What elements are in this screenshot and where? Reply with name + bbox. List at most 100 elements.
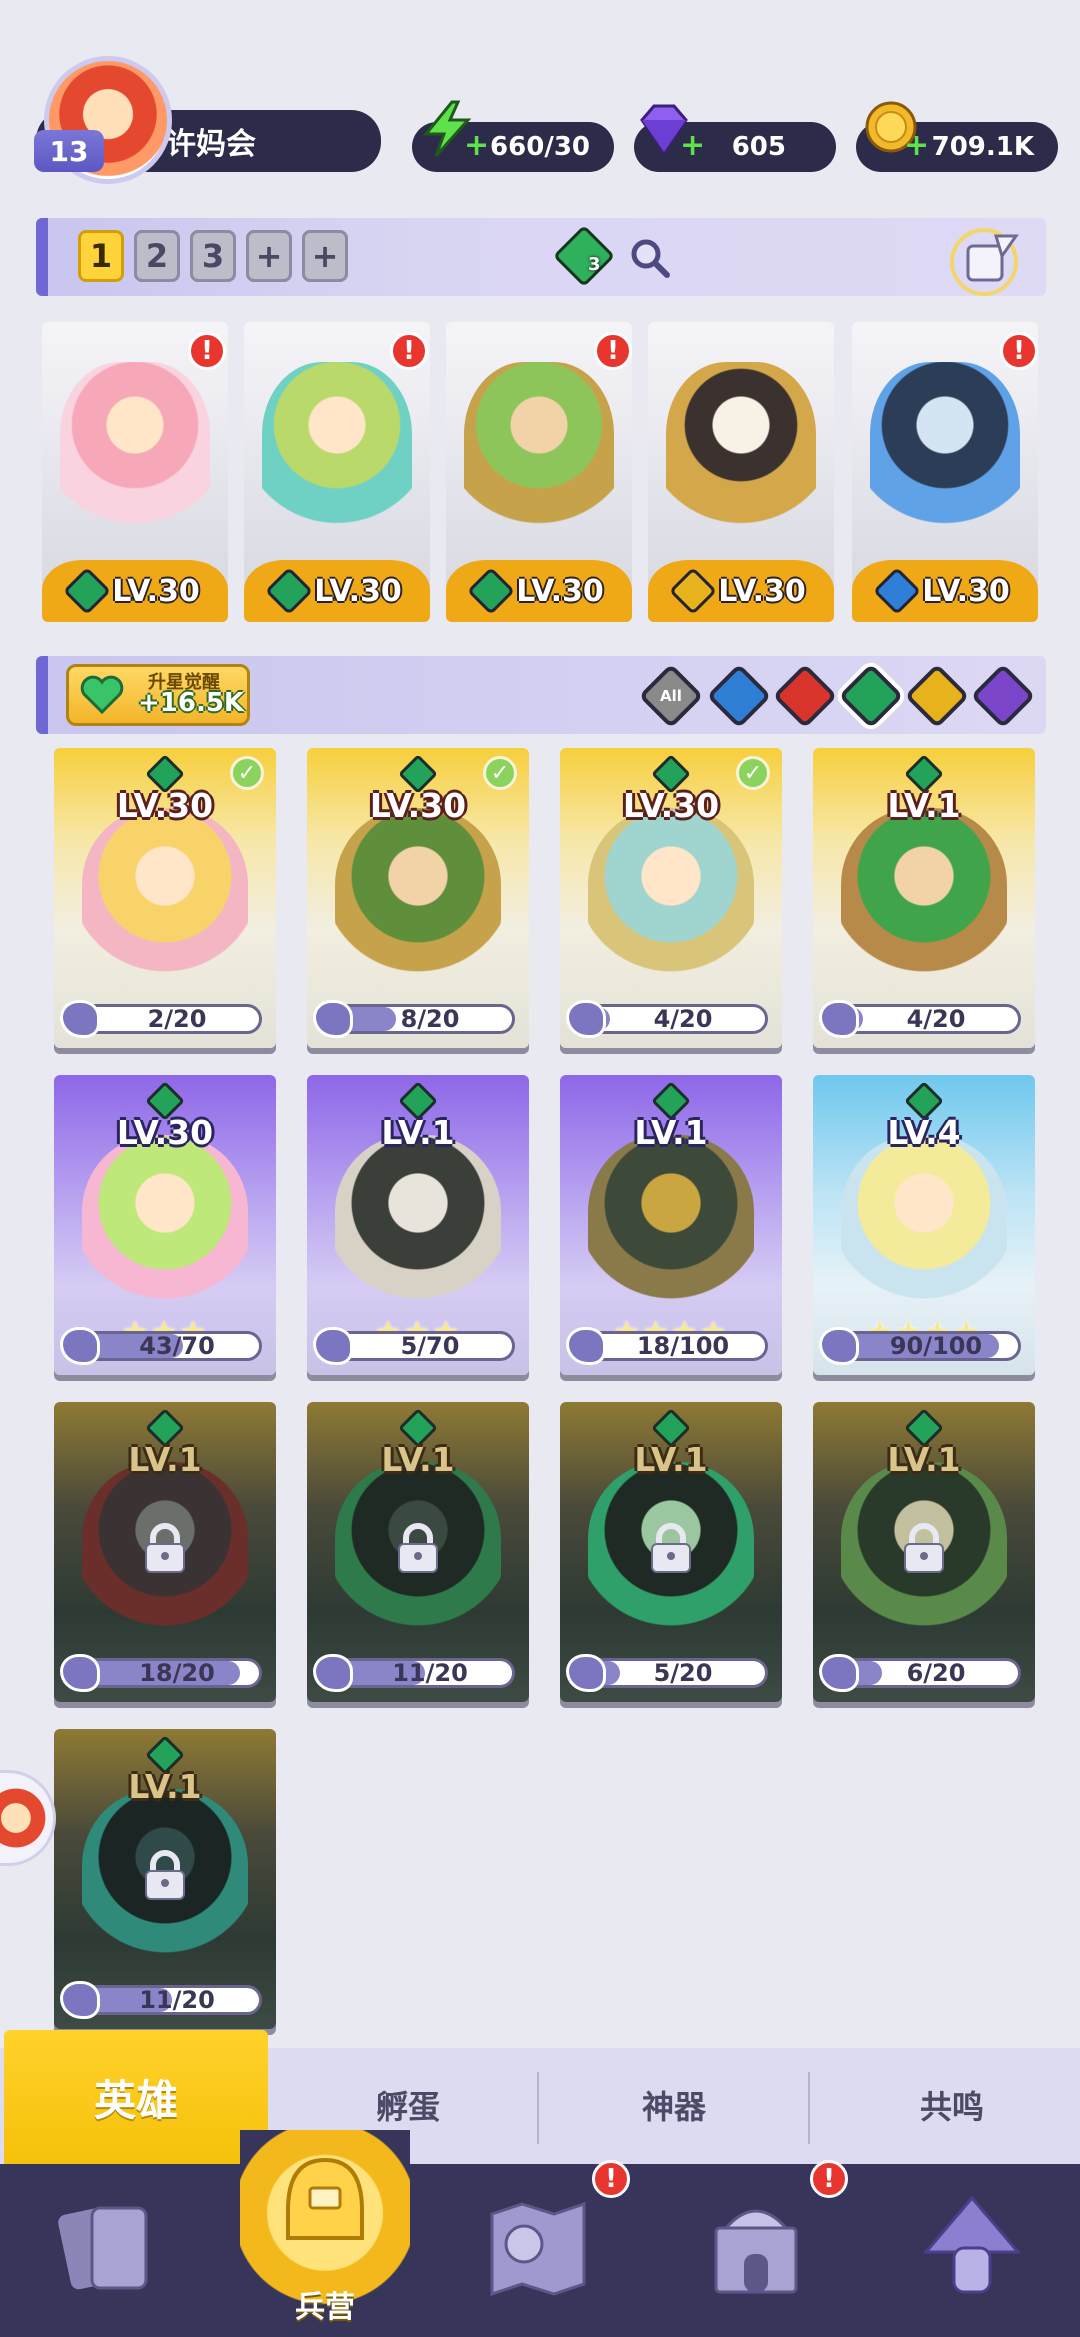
team-slot-level: LV.30 (314, 573, 402, 609)
lock-icon (145, 1850, 185, 1900)
hero-portrait (82, 808, 248, 978)
fragment-icon (566, 1654, 606, 1692)
floating-avatar-button[interactable] (0, 1770, 56, 1866)
mushroom-icon[interactable] (912, 2188, 1032, 2308)
hero-portrait (666, 362, 816, 542)
fragment-icon (566, 1327, 606, 1365)
hero-level: LV.1 (128, 1440, 202, 1479)
fragment-icon (819, 1654, 859, 1692)
hero-card[interactable]: LV.1 4/20 (813, 748, 1035, 1048)
fragment-count: 8/20 (400, 1005, 460, 1033)
edit-team-icon[interactable] (938, 226, 1034, 296)
nature-element-icon (467, 566, 516, 616)
search-icon[interactable] (628, 236, 672, 280)
add-gems-button[interactable]: + (680, 131, 705, 161)
hero-level: LV.1 (634, 1440, 708, 1479)
fragment-icon (313, 1327, 353, 1365)
alert-badge: ! (594, 332, 632, 370)
player-level-badge: 13 (34, 130, 104, 172)
fragment-icon (60, 1981, 100, 2019)
fragment-count: 43/70 (139, 1332, 215, 1360)
tab-hero[interactable]: 英雄 (4, 2030, 268, 2164)
hero-level: LV.1 (634, 1113, 708, 1152)
hero-portrait (841, 1135, 1007, 1305)
fragment-count: 4/20 (906, 1005, 966, 1033)
fragment-icon (566, 1000, 606, 1038)
fragment-icon (313, 1654, 353, 1692)
hero-level: LV.1 (128, 1767, 202, 1806)
fragment-icon (819, 1000, 859, 1038)
team-slot-level: LV.30 (112, 573, 200, 609)
tab-hatch[interactable]: 孵蛋 (308, 2082, 508, 2128)
light-element-icon (669, 566, 718, 616)
fragment-count: 4/20 (653, 1005, 713, 1033)
nature-element-icon (63, 566, 112, 616)
coin-value: 709.1K (931, 132, 1034, 162)
team-tab-3[interactable]: 3 (190, 230, 236, 282)
fragment-count: 5/70 (400, 1332, 460, 1360)
hero-card[interactable]: LV.30★★★43/70 (54, 1075, 276, 1375)
fragment-icon (60, 1000, 100, 1038)
team-slot-level-band: LV.30 (852, 560, 1038, 622)
team-slot-level-band: LV.30 (446, 560, 632, 622)
cards-icon[interactable] (46, 2188, 166, 2308)
team-tab-2[interactable]: 2 (134, 230, 180, 282)
lock-icon (145, 1523, 185, 1573)
add-coins-button[interactable]: + (904, 131, 929, 161)
tab-divider (537, 2072, 539, 2144)
energy-value: 660/30 (490, 132, 590, 162)
hero-card[interactable]: LV.4★★★★90/100 (813, 1075, 1035, 1375)
hero-portrait (588, 808, 754, 978)
water-element-icon (873, 566, 922, 616)
castle-alert-badge: ! (810, 2160, 848, 2198)
hero-level: LV.30 (116, 786, 214, 825)
hero-card[interactable]: LV.1 11/20 (54, 1729, 276, 2029)
gem-value: 605 (731, 132, 786, 162)
hero-portrait (464, 362, 614, 542)
hero-portrait (262, 362, 412, 542)
hero-card[interactable]: ✓ LV.30 8/20 (307, 748, 529, 1048)
fragment-count: 18/20 (139, 1659, 215, 1687)
team-slot-level-band: LV.30 (244, 560, 430, 622)
fragment-count: 11/20 (139, 1986, 215, 2014)
tab-resonance[interactable]: 共鸣 (852, 2082, 1052, 2128)
hero-card[interactable]: LV.1 6/20 (813, 1402, 1035, 1702)
alert-badge: ! (188, 332, 226, 370)
hero-card[interactable]: LV.1 18/20 (54, 1402, 276, 1702)
tab-divider (808, 2072, 810, 2144)
filter-all-label: All (660, 687, 682, 705)
hero-portrait (82, 1135, 248, 1305)
fragment-count: 90/100 (889, 1332, 983, 1360)
fragment-count: 6/20 (906, 1659, 966, 1687)
hero-portrait (335, 1135, 501, 1305)
hero-card[interactable]: LV.1 11/20 (307, 1402, 529, 1702)
map-icon[interactable] (478, 2188, 598, 2308)
hero-card[interactable]: ✓ LV.30 2/20 (54, 748, 276, 1048)
hero-portrait (870, 362, 1020, 542)
team-selector-bar (36, 218, 1046, 296)
team-slot-level: LV.30 (718, 573, 806, 609)
team-tab-1[interactable]: 1 (78, 230, 124, 282)
fragment-count: 11/20 (392, 1659, 468, 1687)
team-slot-level-band: LV.30 (42, 560, 228, 622)
team-tab-add-1[interactable]: + (246, 230, 292, 282)
check-icon: ✓ (483, 756, 517, 790)
hero-card[interactable]: LV.1★★★★18/100 (560, 1075, 782, 1375)
hero-portrait (60, 362, 210, 542)
tab-artifact[interactable]: 神器 (574, 2082, 774, 2128)
hero-level: LV.30 (116, 1113, 214, 1152)
hero-card[interactable]: LV.1★★★5/70 (307, 1075, 529, 1375)
team-slot-4[interactable]: LV.30 (648, 322, 834, 622)
hero-card[interactable]: LV.1 5/20 (560, 1402, 782, 1702)
castle-icon[interactable] (696, 2188, 816, 2308)
lock-icon (651, 1523, 691, 1573)
team-slot-level: LV.30 (516, 573, 604, 609)
nature-element-icon (265, 566, 314, 616)
team-slot-level-band: LV.30 (648, 560, 834, 622)
team-tab-add-2[interactable]: + (302, 230, 348, 282)
add-energy-button[interactable]: + (464, 131, 489, 161)
hero-card[interactable]: ✓ LV.30 4/20 (560, 748, 782, 1048)
lock-icon (398, 1523, 438, 1573)
heart-icon (80, 675, 124, 715)
hero-portrait (841, 808, 1007, 978)
